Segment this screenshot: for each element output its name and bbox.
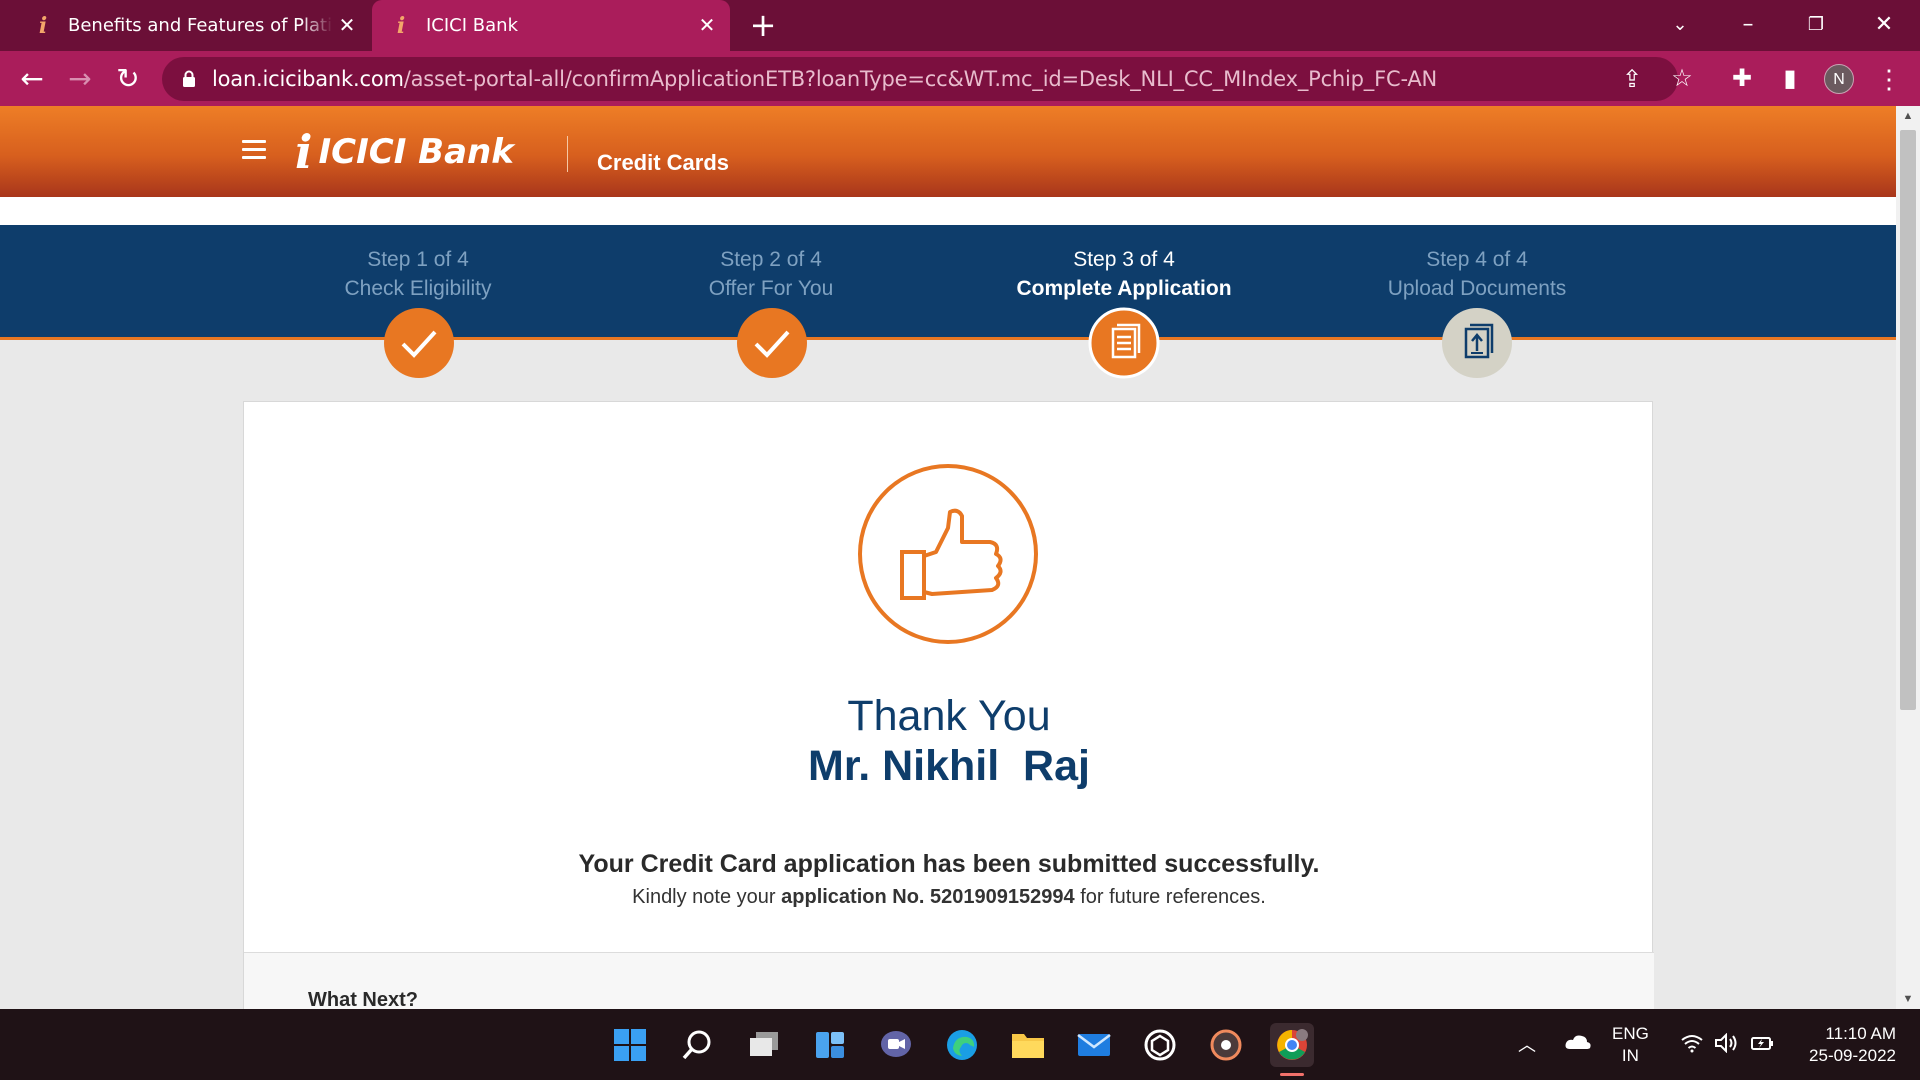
section-title: Credit Cards — [597, 150, 730, 175]
teams-chat-icon[interactable] — [874, 1023, 918, 1067]
close-tab-icon[interactable]: ✕ — [694, 12, 720, 38]
upload-document-icon — [1442, 308, 1512, 378]
system-clock[interactable]: 11:10 AM 25-09-2022 — [1790, 1023, 1896, 1067]
note-prefix: Kindly note your — [632, 886, 782, 908]
tab-title: Benefits and Features of Platinum — [68, 15, 333, 36]
step-number: Step 2 of 4 — [720, 248, 822, 271]
header-spacer — [0, 197, 1896, 225]
icici-favicon: i — [38, 12, 48, 39]
address-bar[interactable]: loan.icicibank.com/asset-portal-all/conf… — [162, 57, 1678, 101]
tab-title: ICICI Bank — [426, 15, 518, 36]
browser-menu-icon[interactable]: ⋮ — [1876, 61, 1902, 97]
application-number: application No. 5201909152994 — [781, 886, 1075, 908]
file-explorer-icon[interactable] — [1006, 1023, 1050, 1067]
url-text: loan.icicibank.com/asset-portal-all/conf… — [212, 67, 1437, 91]
step-4: Step 4 of 4 Upload Documents — [1317, 225, 1637, 303]
new-tab-button[interactable]: + — [748, 9, 778, 41]
battery-icon[interactable] — [1750, 1033, 1776, 1058]
step-label: Complete Application — [1016, 277, 1232, 300]
browser-tab-platinum[interactable]: i Benefits and Features of Platinum ✕ — [0, 0, 370, 51]
side-panel-icon[interactable]: ▮ — [1774, 63, 1806, 95]
profile-avatar[interactable]: N — [1824, 64, 1854, 94]
mail-icon[interactable] — [1072, 1023, 1116, 1067]
search-icon[interactable] — [675, 1023, 719, 1067]
check-icon — [737, 308, 807, 378]
step-3: Step 3 of 4 Complete Application — [964, 225, 1284, 303]
volume-icon[interactable] — [1714, 1032, 1740, 1058]
document-icon — [1088, 307, 1160, 379]
icici-logo[interactable]: i ICICI Bank — [295, 124, 514, 180]
icici-logo-text: ICICI Bank — [318, 132, 514, 172]
active-app-indicator — [1280, 1073, 1304, 1076]
region-code: IN — [1621, 1046, 1639, 1065]
step-number: Step 3 of 4 — [1073, 248, 1175, 271]
step-label: Upload Documents — [1387, 277, 1567, 300]
chatgpt-app-icon[interactable] — [1138, 1023, 1182, 1067]
restore-button[interactable]: ❐ — [1796, 8, 1836, 42]
share-icon[interactable]: ⇪ — [1618, 66, 1646, 94]
icici-logo-mark: i — [295, 125, 313, 179]
media-player-icon[interactable] — [1204, 1023, 1248, 1067]
extensions-icon[interactable]: ✚ — [1726, 63, 1758, 95]
thank-you-heading: Thank You — [847, 692, 1051, 740]
step-label: Offer For You — [708, 277, 834, 300]
step-label: Check Eligibility — [344, 277, 492, 300]
step-2: Step 2 of 4 Offer For You — [611, 225, 931, 303]
applicant-name: Mr. Nikhil Raj — [808, 742, 1090, 790]
forward-button[interactable]: → — [62, 61, 98, 97]
hamburger-menu-icon[interactable] — [242, 140, 266, 162]
bookmark-star-icon[interactable]: ☆ — [1666, 63, 1698, 95]
browser-toolbar: ← → ↻ loan.icicibank.com/asset-portal-al… — [0, 51, 1920, 106]
check-icon — [384, 308, 454, 378]
url-path: /asset-portal-all/confirmApplicationETB?… — [403, 67, 1438, 91]
start-icon[interactable] — [608, 1023, 652, 1067]
clock-date: 25-09-2022 — [1809, 1046, 1896, 1065]
page-viewport: i ICICI Bank Credit Cards Step 1 of 4 Ch… — [0, 106, 1896, 1009]
step-number: Step 4 of 4 — [1426, 248, 1528, 271]
what-next-heading: What Next? — [308, 989, 418, 1009]
show-hidden-icons-icon[interactable]: ︿ — [1518, 1031, 1536, 1057]
thumbs-up-icon — [858, 464, 1038, 644]
icici-favicon: i — [396, 12, 406, 39]
close-window-button[interactable]: ✕ — [1864, 8, 1904, 42]
widgets-icon[interactable] — [808, 1023, 852, 1067]
header-divider — [567, 136, 568, 172]
page-scrollbar[interactable]: ▲ ▼ — [1896, 106, 1920, 1009]
wifi-icon[interactable] — [1680, 1033, 1704, 1058]
tab-search-icon[interactable]: ⌄ — [1660, 8, 1700, 42]
confirmation-card: Thank You Mr. Nikhil Raj Your Credit Car… — [243, 401, 1654, 1009]
application-number-note: Kindly note your application No. 5201909… — [244, 886, 1654, 909]
scroll-down-arrow-icon[interactable]: ▼ — [1896, 989, 1920, 1009]
back-button[interactable]: ← — [14, 61, 50, 97]
minimize-button[interactable]: – — [1728, 8, 1768, 42]
scroll-thumb[interactable] — [1900, 130, 1916, 710]
edge-browser-icon[interactable] — [940, 1023, 984, 1067]
close-tab-icon[interactable]: ✕ — [334, 12, 360, 38]
note-suffix: for future references. — [1074, 886, 1266, 908]
site-header: i ICICI Bank Credit Cards — [0, 106, 1896, 197]
language-indicator[interactable]: ENG IN — [1612, 1023, 1649, 1067]
reload-button[interactable]: ↻ — [110, 61, 146, 97]
step-number: Step 1 of 4 — [367, 248, 469, 271]
url-host: loan.icicibank.com — [212, 67, 404, 91]
step-1: Step 1 of 4 Check Eligibility — [258, 225, 578, 303]
browser-tab-icici[interactable]: i ICICI Bank ✕ — [372, 0, 730, 51]
progress-steps: Step 1 of 4 Check Eligibility Step 2 of … — [0, 225, 1896, 340]
language-code: ENG — [1612, 1024, 1649, 1043]
what-next-section: What Next? — [244, 953, 1654, 1009]
success-message: Your Credit Card application has been su… — [578, 850, 1320, 878]
onedrive-icon[interactable] — [1564, 1033, 1592, 1056]
lock-icon — [183, 70, 195, 87]
task-view-icon[interactable] — [742, 1023, 786, 1067]
clock-time: 11:10 AM — [1825, 1024, 1896, 1043]
chrome-icon[interactable] — [1270, 1023, 1314, 1067]
scroll-up-arrow-icon[interactable]: ▲ — [1896, 106, 1920, 126]
browser-tab-bar: i Benefits and Features of Platinum ✕ i … — [0, 0, 1920, 51]
windows-taskbar: ︿ ENG IN 11:10 AM 25-09-2022 — [0, 1009, 1920, 1080]
